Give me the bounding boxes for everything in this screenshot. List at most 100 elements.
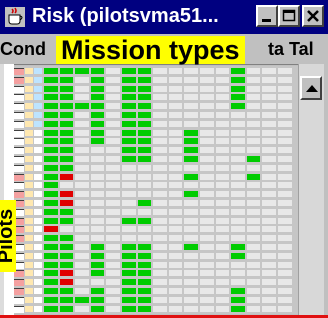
risk-cell-empty[interactable] [215, 85, 230, 92]
risk-cell-empty[interactable] [106, 279, 120, 286]
risk-cell-empty[interactable] [75, 305, 89, 312]
risk-cell-empty[interactable] [200, 138, 214, 145]
risk-cell-empty[interactable] [153, 235, 167, 242]
risk-cell-empty[interactable] [215, 191, 230, 198]
risk-cell-empty[interactable] [184, 112, 198, 118]
risk-cell-empty[interactable] [168, 68, 183, 74]
risk-cell-empty[interactable] [200, 270, 214, 277]
risk-cell-empty[interactable] [200, 156, 214, 162]
risk-cell-empty[interactable] [184, 226, 198, 233]
risk-cell-empty[interactable] [168, 279, 183, 286]
risk-cell-empty[interactable] [215, 208, 230, 215]
risk-cell-empty[interactable] [184, 120, 198, 127]
risk-cell-empty[interactable] [200, 164, 214, 171]
risk-cell-empty[interactable] [231, 120, 245, 127]
risk-cell-empty[interactable] [262, 288, 276, 294]
risk-cell-empty[interactable] [153, 252, 167, 259]
risk-cell-active[interactable] [90, 76, 105, 83]
risk-cell-active[interactable] [137, 129, 152, 136]
risk-cell-active[interactable] [122, 68, 136, 74]
risk-cell-active[interactable] [44, 68, 58, 74]
risk-cell-empty[interactable] [153, 164, 167, 171]
risk-cell-active[interactable] [184, 191, 198, 198]
risk-cell-empty[interactable] [153, 68, 167, 74]
risk-cell-empty[interactable] [246, 226, 261, 233]
risk-cell-empty[interactable] [153, 261, 167, 268]
risk-cell-active[interactable] [122, 156, 136, 162]
risk-cell-active[interactable] [184, 173, 198, 180]
risk-cell-active[interactable] [122, 85, 136, 92]
risk-cell-empty[interactable] [246, 85, 261, 92]
risk-cell-active[interactable] [59, 120, 74, 127]
risk-cell-active[interactable] [137, 252, 152, 259]
risk-cell-empty[interactable] [278, 156, 292, 162]
risk-cell-empty[interactable] [231, 208, 245, 215]
risk-cell-empty[interactable] [106, 200, 120, 206]
risk-cell-empty[interactable] [184, 85, 198, 92]
risk-cell-empty[interactable] [168, 191, 183, 198]
risk-cell-empty[interactable] [153, 288, 167, 294]
risk-cell-empty[interactable] [153, 270, 167, 277]
risk-cell-empty[interactable] [231, 235, 245, 242]
risk-cell-empty[interactable] [153, 217, 167, 224]
risk-cell-active[interactable] [44, 191, 58, 198]
risk-cell-empty[interactable] [168, 252, 183, 259]
risk-cell-empty[interactable] [184, 182, 198, 189]
close-button[interactable] [302, 5, 324, 27]
risk-cell-empty[interactable] [153, 208, 167, 215]
risk-cell-active[interactable] [59, 76, 74, 83]
risk-cell-active[interactable] [122, 120, 136, 127]
risk-cell-empty[interactable] [246, 305, 261, 312]
risk-cell-empty[interactable] [153, 94, 167, 101]
risk-cell-empty[interactable] [90, 226, 105, 233]
risk-cell-empty[interactable] [75, 129, 89, 136]
risk-cell-active[interactable] [137, 244, 152, 250]
risk-cell-active[interactable] [44, 129, 58, 136]
risk-cell-empty[interactable] [184, 68, 198, 74]
risk-cell-empty[interactable] [246, 270, 261, 277]
risk-cell-empty[interactable] [278, 94, 292, 101]
risk-cell-active[interactable] [122, 129, 136, 136]
risk-cell-active[interactable] [90, 120, 105, 127]
risk-cell-empty[interactable] [106, 288, 120, 294]
risk-cell-empty[interactable] [278, 112, 292, 118]
risk-cell-empty[interactable] [278, 200, 292, 206]
risk-cell-empty[interactable] [262, 296, 276, 303]
risk-cell-active[interactable] [122, 244, 136, 250]
risk-cell-empty[interactable] [122, 191, 136, 198]
risk-cell-active[interactable] [44, 138, 58, 145]
risk-cell-empty[interactable] [200, 120, 214, 127]
risk-cell-empty[interactable] [184, 76, 198, 83]
risk-cell-empty[interactable] [168, 305, 183, 312]
risk-cell-active[interactable] [122, 296, 136, 303]
risk-cell-active[interactable] [90, 252, 105, 259]
risk-cell-empty[interactable] [278, 208, 292, 215]
risk-cell-empty[interactable] [278, 226, 292, 233]
risk-cell-active[interactable] [122, 261, 136, 268]
risk-cell-empty[interactable] [184, 270, 198, 277]
risk-cell-empty[interactable] [59, 226, 74, 233]
risk-cell-empty[interactable] [168, 129, 183, 136]
risk-cell-empty[interactable] [168, 147, 183, 154]
risk-cell-empty[interactable] [75, 208, 89, 215]
risk-cell-empty[interactable] [215, 279, 230, 286]
risk-cell-empty[interactable] [246, 94, 261, 101]
risk-cell-empty[interactable] [122, 200, 136, 206]
risk-cell-active[interactable] [231, 68, 245, 74]
risk-cell-empty[interactable] [262, 103, 276, 110]
risk-cell-empty[interactable] [75, 173, 89, 180]
risk-cell-empty[interactable] [200, 76, 214, 83]
risk-cell-active[interactable] [44, 200, 58, 206]
risk-cell-active[interactable] [184, 156, 198, 162]
risk-cell-empty[interactable] [262, 244, 276, 250]
risk-cell-empty[interactable] [184, 164, 198, 171]
risk-cell-empty[interactable] [137, 182, 152, 189]
risk-cell-empty[interactable] [200, 94, 214, 101]
risk-cell-empty[interactable] [200, 103, 214, 110]
risk-cell-empty[interactable] [246, 244, 261, 250]
risk-cell-empty[interactable] [262, 147, 276, 154]
risk-cell-active[interactable] [44, 112, 58, 118]
risk-cell-empty[interactable] [262, 279, 276, 286]
risk-cell-active[interactable] [59, 112, 74, 118]
risk-cell-empty[interactable] [137, 226, 152, 233]
